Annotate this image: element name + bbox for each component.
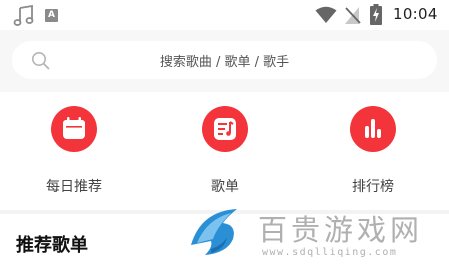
entry-label: 每日推荐 [46, 179, 102, 195]
entry-label: 排行榜 [352, 179, 394, 195]
playlist-button[interactable]: 歌单 [175, 106, 275, 206]
search-placeholder: 搜索歌曲 / 歌单 / 歌手 [159, 55, 290, 70]
status-time: 10:04 [393, 5, 438, 23]
entry-label: 歌单 [211, 179, 239, 195]
playlist-icon [214, 118, 236, 140]
search-area: 搜索歌曲 / 歌单 / 歌手 [0, 30, 449, 92]
app-badge-icon: A [45, 9, 58, 22]
calendar-icon [63, 117, 85, 139]
music-note-icon [13, 5, 34, 26]
battery-charging-icon [370, 4, 382, 25]
rankings-button[interactable]: 排行榜 [323, 106, 423, 206]
watermark-url: www.sdqlliqing.com [262, 247, 398, 258]
watermark-text: 百贵游戏网 [258, 213, 424, 247]
watermark-logo-icon [191, 209, 237, 255]
status-bar: A 10:04 [0, 0, 449, 30]
no-signal-icon [345, 7, 361, 24]
daily-recommend-button[interactable]: 每日推荐 [24, 106, 124, 206]
wifi-icon [315, 6, 337, 23]
section-title: 推荐歌单 [16, 235, 88, 256]
quick-entries: 每日推荐 歌单 排行榜 [0, 92, 449, 210]
search-input[interactable]: 搜索歌曲 / 歌单 / 歌手 [12, 41, 437, 79]
chart-icon [365, 119, 381, 138]
